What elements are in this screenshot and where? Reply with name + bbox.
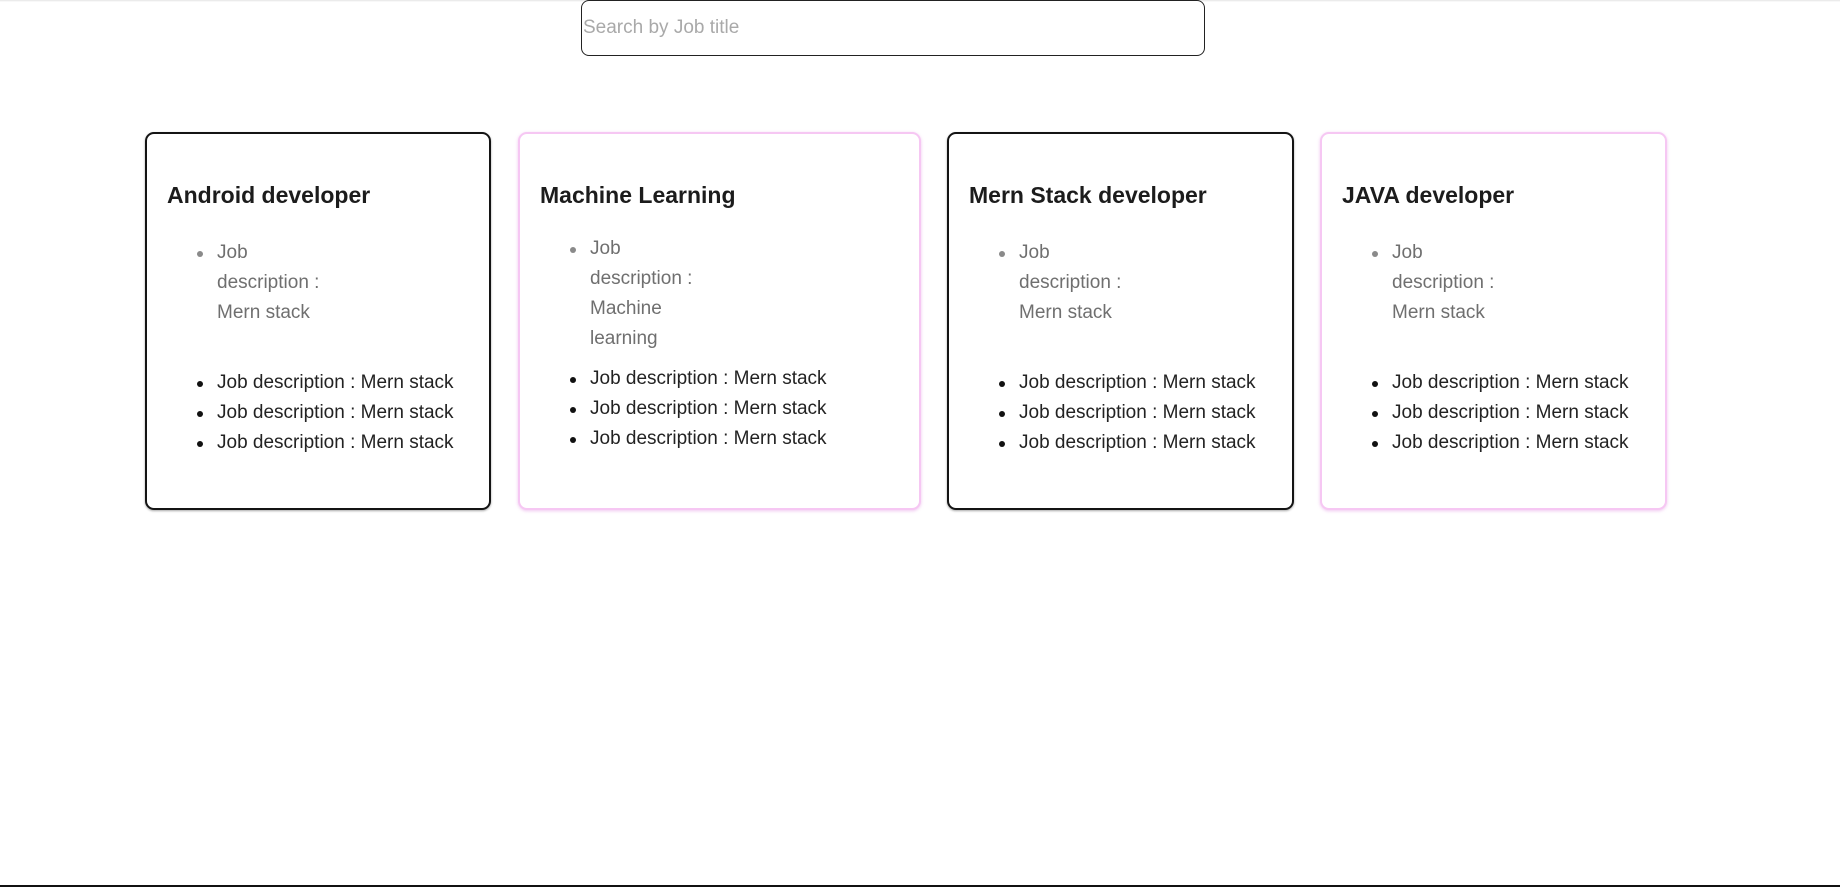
job-description-item: Job description : Mern stack [1372, 428, 1629, 458]
job-description-item: Job description : Mern stack [197, 368, 454, 398]
job-description-list: Job description : Mern stack Job descrip… [1372, 368, 1629, 458]
job-description-item: Job description : Mern stack [1372, 398, 1629, 428]
job-description-item: Job description : Mern stack [999, 428, 1256, 458]
job-description-list-primary: Job description : Mern stack [197, 238, 327, 328]
job-description-item: Job description : Mern stack [999, 398, 1256, 428]
job-description-item: Job description : Mern stack [570, 424, 827, 454]
job-description-list: Job description : Mern stack Job descrip… [570, 364, 827, 454]
job-description-item: Job description : Mern stack [999, 368, 1256, 398]
job-description-list-primary: Job description : Machine learning [570, 234, 700, 354]
page: Android developer Job description : Mern… [0, 0, 1840, 887]
job-title: Mern Stack developer [969, 182, 1207, 208]
job-description-item: Job description : Machine learning [570, 234, 700, 354]
job-description-list-primary: Job description : Mern stack [999, 238, 1129, 328]
job-title: Android developer [167, 182, 371, 208]
job-description-item: Job description : Mern stack [1372, 238, 1502, 328]
job-title: JAVA developer [1342, 182, 1515, 208]
job-description-item: Job description : Mern stack [197, 398, 454, 428]
job-description-item: Job description : Mern stack [197, 238, 327, 328]
job-card[interactable]: Machine Learning Job description : Machi… [518, 132, 921, 510]
job-description-list: Job description : Mern stack Job descrip… [197, 368, 454, 458]
job-card[interactable]: Mern Stack developer Job description : M… [947, 132, 1294, 510]
job-card[interactable]: Android developer Job description : Mern… [145, 132, 491, 510]
search-input[interactable] [582, 1, 1204, 55]
job-description-list: Job description : Mern stack Job descrip… [999, 368, 1256, 458]
job-description-item: Job description : Mern stack [197, 428, 454, 458]
job-description-item: Job description : Mern stack [999, 238, 1129, 328]
job-card[interactable]: JAVA developer Job description : Mern st… [1320, 132, 1667, 510]
search-box[interactable] [581, 0, 1205, 56]
job-description-list-primary: Job description : Mern stack [1372, 238, 1502, 328]
job-title: Machine Learning [540, 182, 736, 208]
job-description-item: Job description : Mern stack [570, 394, 827, 424]
job-description-item: Job description : Mern stack [570, 364, 827, 394]
job-description-item: Job description : Mern stack [1372, 368, 1629, 398]
